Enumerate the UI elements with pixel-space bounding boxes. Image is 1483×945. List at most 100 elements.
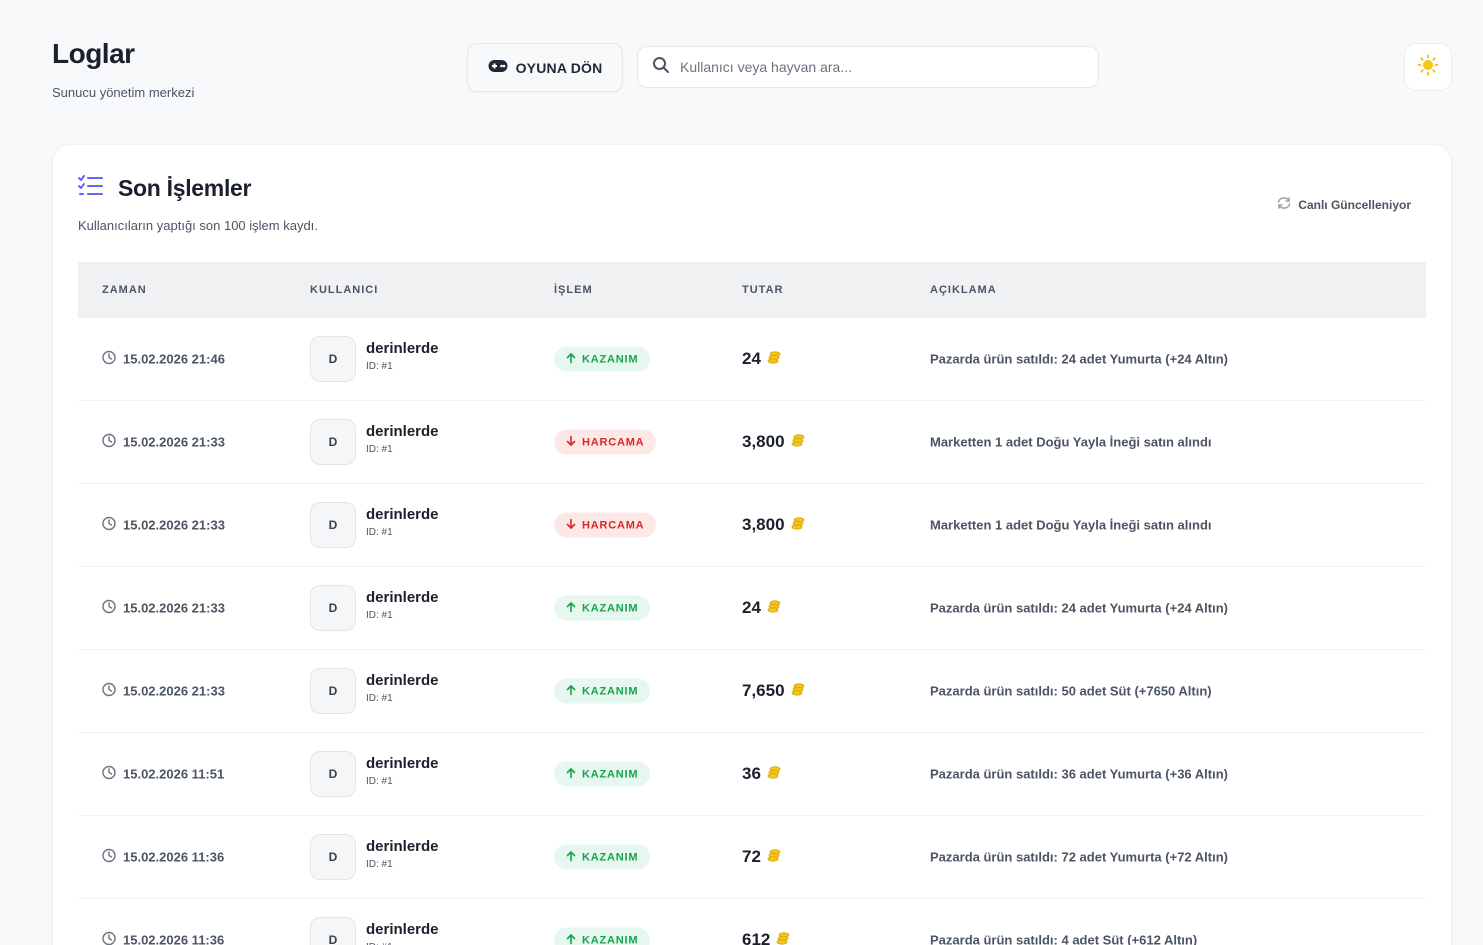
user-id: ID: #1 (366, 361, 393, 372)
amount-cell: 36 (742, 764, 781, 784)
avatar: D (310, 751, 356, 797)
amount-value: 612 (742, 930, 771, 945)
user-name[interactable]: derinlerde (366, 921, 439, 938)
gamepad-icon (488, 59, 508, 76)
time-value: 15.02.2026 21:33 (123, 600, 225, 616)
operation-badge: KAZANIM (554, 927, 651, 945)
time-cell: 15.02.2026 21:46 (102, 350, 225, 368)
coins-icon (791, 515, 805, 535)
amount-cell: 612 (742, 930, 790, 945)
arrow-down-icon (566, 518, 576, 532)
theme-toggle-button[interactable] (1404, 43, 1452, 91)
table-row[interactable]: 15.02.2026 11:36 D derinlerde ID: #1 KAZ… (78, 899, 1426, 945)
card-description: Kullanıcıların yaptığı son 100 işlem kay… (78, 218, 318, 233)
table-row[interactable]: 15.02.2026 11:51 D derinlerde ID: #1 KAZ… (78, 733, 1426, 816)
operation-badge: KAZANIM (554, 844, 651, 870)
operation-label: KAZANIM (582, 934, 639, 945)
user-name[interactable]: derinlerde (366, 506, 439, 523)
time-value: 15.02.2026 21:33 (123, 517, 225, 533)
avatar: D (310, 668, 356, 714)
amount-cell: 3,800 (742, 432, 805, 452)
time-value: 15.02.2026 11:36 (123, 932, 225, 945)
operation-badge: KAZANIM (554, 346, 651, 372)
column-header-user: KULLANICI (310, 284, 379, 296)
description-cell: Pazarda ürün satıldı: 24 adet Yumurta (+… (930, 600, 1228, 616)
amount-value: 24 (742, 349, 761, 368)
column-header-operation: İŞLEM (554, 284, 593, 296)
amount-value: 36 (742, 764, 761, 783)
operation-label: KAZANIM (582, 353, 639, 365)
user-cell: D derinlerde ID: #1 (310, 419, 439, 465)
user-id: ID: #1 (366, 859, 393, 870)
description-cell: Pazarda ürün satıldı: 4 adet Süt (+612 A… (930, 932, 1198, 945)
time-cell: 15.02.2026 21:33 (102, 433, 225, 451)
search-input[interactable] (680, 59, 1098, 75)
table-row[interactable]: 15.02.2026 21:33 D derinlerde ID: #1 HAR… (78, 401, 1426, 484)
table-body: 15.02.2026 21:46 D derinlerde ID: #1 KAZ… (78, 318, 1426, 945)
user-id: ID: #1 (366, 444, 393, 455)
time-cell: 15.02.2026 21:33 (102, 516, 225, 534)
user-name[interactable]: derinlerde (366, 755, 439, 772)
user-name[interactable]: derinlerde (366, 672, 439, 689)
operation-label: KAZANIM (582, 851, 639, 863)
operation-badge: KAZANIM (554, 761, 651, 787)
user-cell: D derinlerde ID: #1 (310, 585, 439, 631)
operation-cell: KAZANIM (554, 844, 651, 870)
amount-value: 72 (742, 847, 761, 866)
description-cell: Marketten 1 adet Doğu Yayla İneği satın … (930, 434, 1212, 450)
operation-label: KAZANIM (582, 685, 639, 697)
search-box[interactable] (637, 46, 1099, 88)
arrow-up-icon (566, 684, 576, 698)
arrow-up-icon (566, 850, 576, 864)
table-row[interactable]: 15.02.2026 21:33 D derinlerde ID: #1 KAZ… (78, 567, 1426, 650)
user-id: ID: #1 (366, 776, 393, 787)
table-header: ZAMAN KULLANICI İŞLEM TUTAR AÇIKLAMA (78, 262, 1426, 318)
user-cell: D derinlerde ID: #1 (310, 336, 439, 382)
clock-icon (102, 350, 116, 368)
coins-icon (767, 847, 781, 867)
operation-cell: KAZANIM (554, 927, 651, 945)
card-header: Son İşlemler (78, 175, 251, 202)
user-id: ID: #1 (366, 610, 393, 621)
time-cell: 15.02.2026 11:51 (102, 765, 225, 783)
card-title: Son İşlemler (118, 175, 252, 201)
description-cell: Pazarda ürün satıldı: 24 adet Yumurta (+… (930, 351, 1228, 367)
live-status-label: Canlı Güncelleniyor (1298, 197, 1411, 212)
operation-cell: HARCAMA (554, 429, 657, 455)
coins-icon (791, 681, 805, 701)
table-row[interactable]: 15.02.2026 11:36 D derinlerde ID: #1 KAZ… (78, 816, 1426, 899)
avatar: D (310, 917, 356, 945)
clock-icon (102, 433, 116, 451)
arrow-up-icon (566, 933, 576, 945)
description-cell: Pazarda ürün satıldı: 72 adet Yumurta (+… (930, 849, 1228, 865)
time-value: 15.02.2026 11:36 (123, 849, 225, 865)
user-name[interactable]: derinlerde (366, 838, 439, 855)
back-to-game-button[interactable]: OYUNA DÖN (467, 43, 623, 92)
amount-value: 3,800 (742, 432, 785, 451)
table-row[interactable]: 15.02.2026 21:33 D derinlerde ID: #1 KAZ… (78, 650, 1426, 733)
search-icon (652, 56, 670, 79)
coins-icon (767, 764, 781, 784)
coins-icon (776, 930, 790, 945)
clock-icon (102, 931, 116, 945)
avatar: D (310, 585, 356, 631)
user-cell: D derinlerde ID: #1 (310, 917, 439, 945)
operation-cell: KAZANIM (554, 761, 651, 787)
table-row[interactable]: 15.02.2026 21:46 D derinlerde ID: #1 KAZ… (78, 318, 1426, 401)
user-name[interactable]: derinlerde (366, 423, 439, 440)
user-name[interactable]: derinlerde (366, 340, 439, 357)
time-value: 15.02.2026 11:51 (123, 766, 225, 782)
clock-icon (102, 599, 116, 617)
amount-value: 3,800 (742, 515, 785, 534)
column-header-amount: TUTAR (742, 284, 784, 296)
arrow-down-icon (566, 435, 576, 449)
user-name[interactable]: derinlerde (366, 589, 439, 606)
arrow-up-icon (566, 352, 576, 366)
table-row[interactable]: 15.02.2026 21:33 D derinlerde ID: #1 HAR… (78, 484, 1426, 567)
clock-icon (102, 765, 116, 783)
list-check-icon (78, 175, 104, 202)
clock-icon (102, 682, 116, 700)
description-cell: Marketten 1 adet Doğu Yayla İneği satın … (930, 517, 1212, 533)
amount-cell: 3,800 (742, 515, 805, 535)
amount-cell: 7,650 (742, 681, 805, 701)
